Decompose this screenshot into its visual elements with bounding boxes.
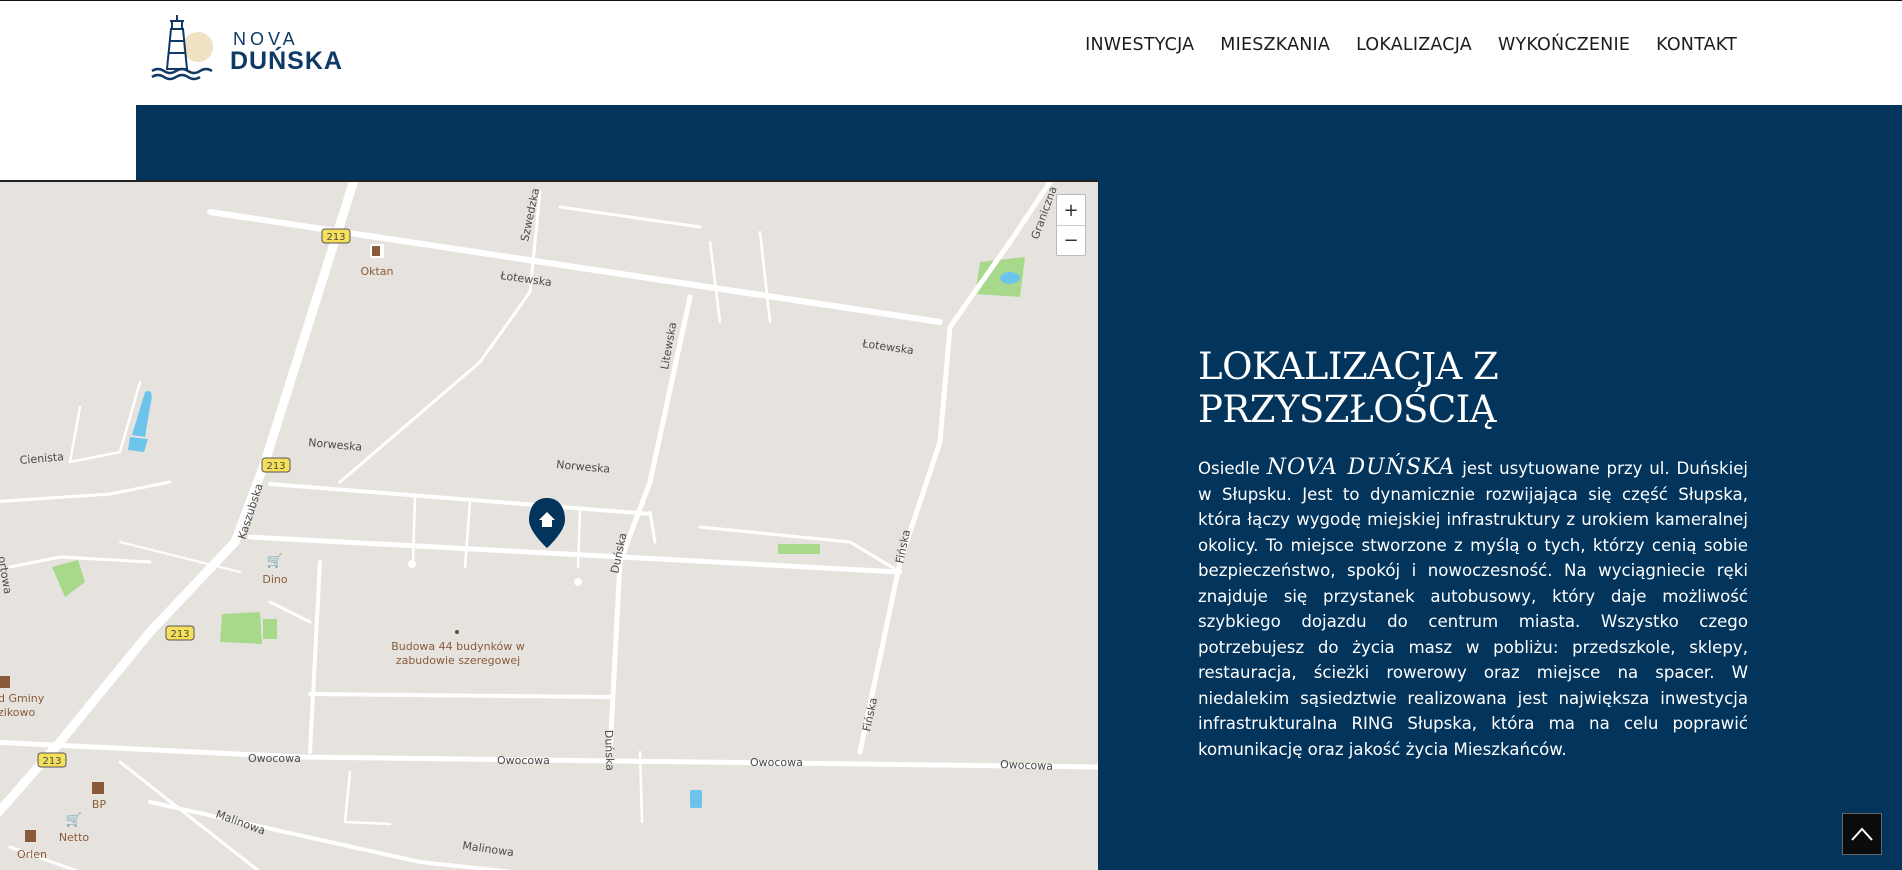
zoom-in-button[interactable]: + (1057, 195, 1085, 225)
brand-inline-name: NOVA DUŃSKA (1266, 455, 1456, 480)
map-canvas: 213 213 213 213 Łotewska Łotewska Norwes… (0, 182, 1098, 870)
description-lead: Osiedle (1198, 459, 1267, 478)
chevron-up-icon (1851, 827, 1873, 841)
section-title: LOKALIZACJA Z PRZYSZŁOŚCIĄ (1198, 345, 1499, 431)
scroll-to-top-button[interactable] (1842, 813, 1882, 855)
main-nav: INWESTYCJA MIESZKANIA LOKALIZACJA WYKOŃC… (1085, 35, 1737, 55)
street-label: Duńska (602, 730, 616, 771)
svg-text:zikowo: zikowo (0, 706, 36, 719)
zoom-out-button[interactable]: − (1057, 225, 1085, 255)
svg-text:Orlen: Orlen (17, 848, 47, 861)
road-badge: 213 (261, 457, 291, 473)
nav-item-mieszkania[interactable]: MIESZKANIA (1220, 35, 1330, 55)
location-map[interactable]: 213 213 213 213 Łotewska Łotewska Norwes… (0, 180, 1098, 870)
site-header: NOVA DUŃSKA INWESTYCJA MIESZKANIA LOKALI… (0, 1, 1902, 105)
lighthouse-logo-icon (151, 15, 213, 81)
street-label: Owocowa (248, 752, 301, 765)
svg-text:213: 213 (170, 629, 189, 640)
road-badge: 213 (165, 625, 195, 641)
svg-text:Budowa 44 budynków w: Budowa 44 budynków w (391, 640, 525, 653)
nav-item-inwestycja[interactable]: INWESTYCJA (1085, 35, 1194, 55)
svg-text:🛒: 🛒 (267, 553, 283, 569)
svg-text:213: 213 (266, 461, 285, 472)
section-description: Osiedle NOVA DUŃSKA jest usytuowane przy… (1198, 455, 1748, 762)
street-label: Owocowa (497, 754, 550, 767)
street-label: Owocowa (750, 756, 803, 769)
road-badge: 213 (321, 228, 351, 244)
nav-item-lokalizacja[interactable]: LOKALIZACJA (1356, 35, 1472, 55)
svg-text:🛒: 🛒 (66, 812, 82, 828)
location-content: LOKALIZACJA Z PRZYSZŁOŚCIĄ Osiedle NOVA … (1198, 345, 1748, 762)
logo[interactable]: NOVA DUŃSKA (150, 13, 360, 83)
nav-item-kontakt[interactable]: KONTAKT (1656, 35, 1737, 55)
svg-text:213: 213 (42, 756, 61, 767)
map-zoom-controls: + − (1056, 194, 1086, 256)
street-label: Owocowa (1000, 758, 1053, 773)
road-badge: 213 (37, 752, 67, 768)
logo-text-dunska: DUŃSKA (230, 47, 343, 75)
svg-text:Netto: Netto (59, 831, 90, 844)
description-body: jest usytuowane przy ul. Duńskiej w Słup… (1198, 459, 1749, 759)
svg-text:zabudowie szeregowej: zabudowie szeregowej (396, 654, 520, 667)
svg-text:Oktan: Oktan (360, 265, 393, 278)
park-area (220, 612, 262, 644)
svg-text:Dino: Dino (262, 573, 287, 586)
svg-text:d Gminy: d Gminy (0, 692, 45, 705)
pond (1000, 272, 1020, 284)
nav-item-wykonczenie[interactable]: WYKOŃCZENIE (1498, 35, 1630, 55)
svg-text:213: 213 (326, 232, 345, 243)
svg-text:BP: BP (92, 798, 107, 811)
